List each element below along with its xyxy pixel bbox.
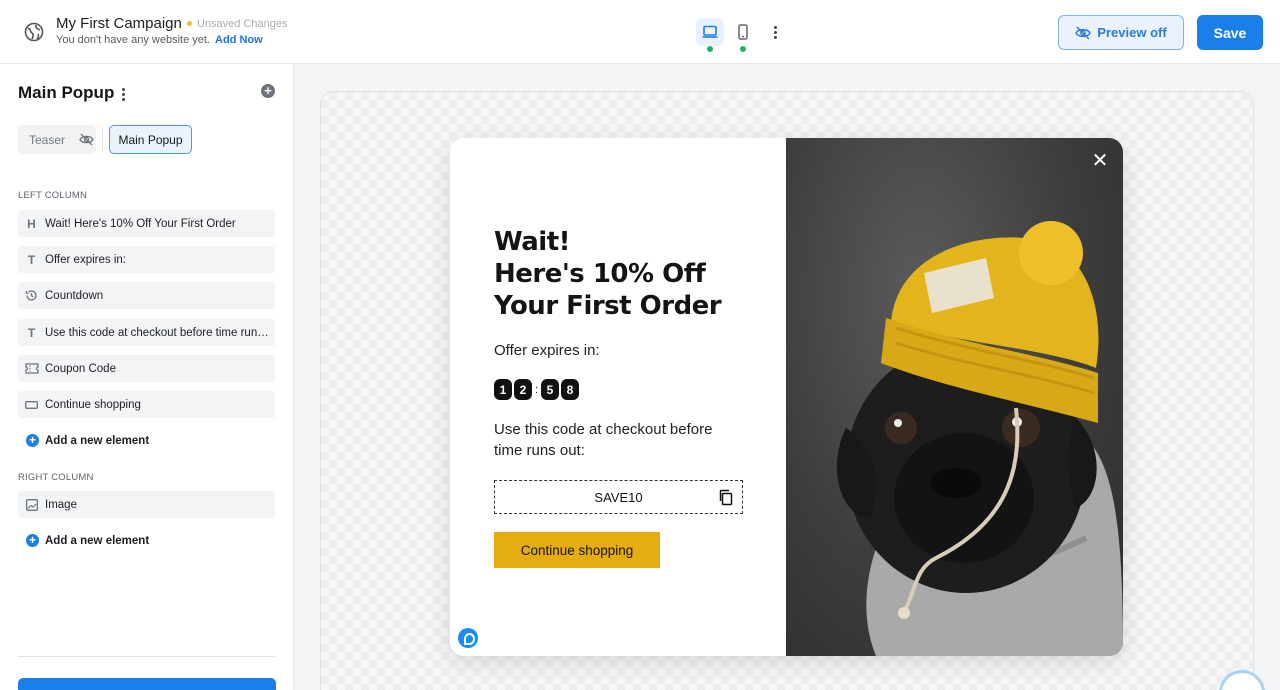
element-row-text[interactable]: T Use this code at checkout before time … — [18, 319, 275, 346]
heading-icon: H — [27, 216, 36, 231]
use-code-text[interactable]: Use this code at checkout before time ru… — [494, 419, 744, 461]
preview-toggle-button[interactable]: Preview off — [1058, 15, 1184, 50]
website-notice: You don't have any website yet. Add Now — [56, 34, 263, 46]
unsaved-label: Unsaved Changes — [197, 18, 288, 30]
element-label: Image — [45, 498, 77, 511]
countdown-timer[interactable]: 1 2 : 5 8 — [494, 379, 579, 400]
sidebar-bottom-button[interactable] — [18, 678, 276, 690]
more-options-icon[interactable] — [767, 22, 783, 42]
right-column-label: RIGHT COLUMN — [18, 472, 94, 483]
desktop-view-button[interactable] — [696, 18, 724, 52]
button-icon — [18, 400, 45, 409]
element-label: Use this code at checkout before time ru… — [45, 326, 271, 339]
headline-line: Here's 10% Off — [494, 259, 706, 289]
globe-icon — [24, 22, 44, 42]
popup-headline[interactable]: Wait! Here's 10% Off Your First Order — [494, 226, 764, 322]
no-website-text: You don't have any website yet. — [56, 34, 210, 46]
countdown-icon — [18, 289, 45, 302]
unsaved-dot-icon — [187, 20, 192, 26]
add-element-left-button[interactable]: + Add a new element — [26, 434, 149, 447]
coupon-code-box[interactable]: SAVE10 — [494, 480, 743, 514]
countdown-separator: : — [534, 383, 539, 396]
element-row-coupon[interactable]: Coupon Code — [18, 355, 275, 382]
tab-divider — [102, 127, 103, 153]
copy-icon[interactable] — [718, 489, 734, 506]
top-bar: My First Campaign Unsaved Changes You do… — [0, 0, 1280, 64]
eye-off-icon — [1075, 26, 1092, 39]
add-element-label: Add a new element — [45, 434, 150, 447]
add-now-link[interactable]: Add Now — [215, 34, 263, 46]
element-row-button[interactable]: Continue shopping — [18, 391, 275, 418]
countdown-digit: 1 — [494, 379, 512, 400]
add-popup-icon[interactable]: + — [261, 84, 275, 98]
tab-teaser[interactable]: Teaser — [18, 125, 96, 154]
campaign-title[interactable]: My First Campaign — [56, 15, 182, 32]
add-element-right-button[interactable]: + Add a new element — [26, 534, 149, 547]
mobile-view-button[interactable] — [729, 18, 757, 52]
element-row-image[interactable]: Image — [18, 491, 275, 518]
countdown-digit: 5 — [541, 379, 559, 400]
countdown-digit: 2 — [514, 379, 532, 400]
close-icon[interactable]: ✕ — [1091, 151, 1109, 171]
offer-expires-text[interactable]: Offer expires in: — [494, 342, 600, 359]
element-row-countdown[interactable]: Countdown — [18, 282, 275, 309]
popup-more-icon[interactable] — [118, 86, 128, 102]
left-column-label: LEFT COLUMN — [18, 190, 88, 201]
element-label: Wait! Here's 10% Off Your First Order — [45, 217, 236, 230]
unsaved-status: Unsaved Changes — [187, 18, 288, 30]
text-icon: T — [27, 325, 36, 340]
add-element-label: Add a new element — [45, 534, 150, 547]
desktop-icon — [702, 25, 718, 38]
popup-preview: Wait! Here's 10% Off Your First Order Of… — [450, 138, 1123, 656]
sidebar: Main Popup + Teaser Main Popup LEFT COLU… — [0, 64, 294, 690]
popup-image[interactable]: ✕ — [786, 138, 1123, 656]
save-button[interactable]: Save — [1197, 15, 1263, 50]
image-icon — [18, 498, 45, 511]
pug-photo — [836, 221, 1123, 656]
text-icon: T — [27, 252, 36, 267]
continue-shopping-button[interactable]: Continue shopping — [494, 532, 660, 568]
desktop-active-dot — [707, 46, 713, 52]
mobile-active-dot — [740, 46, 746, 52]
sidebar-divider — [18, 656, 276, 657]
coupon-icon — [18, 363, 45, 374]
plus-circle-icon: + — [26, 534, 39, 547]
eye-off-icon — [79, 133, 94, 146]
tab-teaser-label: Teaser — [29, 132, 66, 147]
countdown-digit: 8 — [561, 379, 579, 400]
preview-label: Preview off — [1097, 25, 1167, 40]
sidebar-title: Main Popup — [18, 83, 115, 102]
mobile-icon — [738, 24, 748, 40]
headline-line: Your First Order — [494, 291, 722, 321]
element-row-heading[interactable]: H Wait! Here's 10% Off Your First Order — [18, 210, 275, 237]
tab-main-popup[interactable]: Main Popup — [109, 125, 192, 154]
headline-line: Wait! — [494, 227, 571, 257]
element-label: Offer expires in: — [45, 253, 126, 266]
plus-circle-icon: + — [26, 434, 39, 447]
element-label: Coupon Code — [45, 362, 116, 375]
popup-left-column: Wait! Here's 10% Off Your First Order Of… — [450, 138, 786, 656]
element-row-text[interactable]: T Offer expires in: — [18, 246, 275, 273]
brand-badge-icon[interactable] — [458, 628, 478, 648]
element-label: Continue shopping — [45, 398, 141, 411]
coupon-code-value: SAVE10 — [594, 489, 643, 505]
element-label: Countdown — [45, 289, 104, 302]
